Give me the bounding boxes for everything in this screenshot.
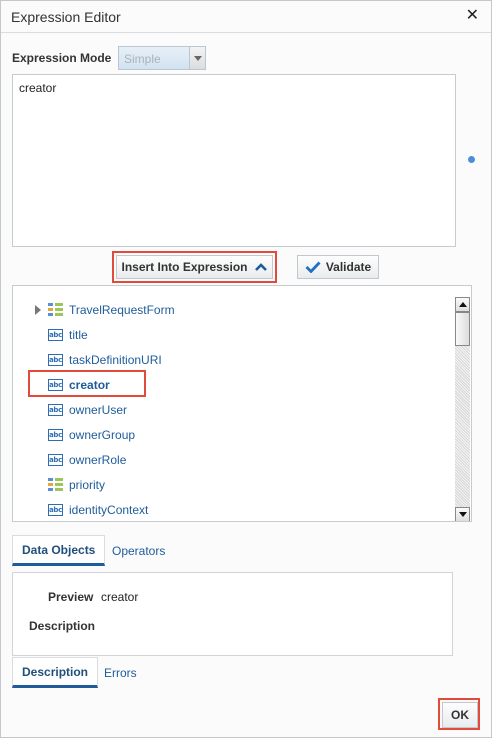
expand-arrow-icon[interactable] [35, 305, 41, 315]
tree-scrollbar[interactable] [455, 297, 470, 521]
dialog-title: Expression Editor [11, 9, 121, 25]
tree-item-label: ownerGroup [69, 428, 136, 442]
preview-panel: Preview creator Description [12, 572, 453, 656]
chevron-down-icon[interactable] [189, 47, 205, 69]
insert-button-label: Insert Into Expression [121, 260, 248, 274]
data-objects-tree: TravelRequestForm abc title abc taskDefi… [12, 285, 472, 522]
abc-icon: abc [48, 454, 63, 466]
expression-input[interactable] [12, 74, 456, 247]
scrollbar-thumb[interactable] [455, 312, 470, 346]
tree-item-ownergroup[interactable]: abc ownerGroup [13, 425, 135, 445]
tree-item-label: taskDefinitionURI [69, 353, 162, 367]
tree-item-priority[interactable]: priority [13, 475, 105, 495]
expression-mode-label: Expression Mode [12, 51, 112, 65]
dialog-titlebar: Expression Editor ✕ [1, 1, 491, 33]
tab-data-objects[interactable]: Data Objects [12, 535, 106, 566]
chevron-up-icon [254, 263, 267, 271]
object-icon [48, 303, 63, 317]
abc-icon: abc [48, 404, 63, 416]
tree-item-label: ownerUser [69, 403, 128, 417]
tree-item-ownerrole[interactable]: abc ownerRole [13, 450, 126, 470]
bottom-tab-bar: Description Errors [12, 657, 472, 689]
tree-item-label: priority [69, 478, 106, 492]
abc-icon: abc [48, 354, 63, 366]
close-icon[interactable]: ✕ [466, 8, 479, 24]
checkmark-icon [305, 261, 321, 273]
preview-value: creator [101, 590, 139, 604]
validate-button[interactable]: Validate [297, 255, 379, 279]
ok-button[interactable]: OK [442, 702, 478, 728]
top-tab-bar: Data Objects Operators [12, 535, 472, 567]
abc-icon: abc [48, 504, 63, 516]
preview-label: Preview [48, 590, 94, 604]
insert-into-expression-button[interactable]: Insert Into Expression [116, 255, 273, 279]
tab-errors[interactable]: Errors [95, 657, 146, 688]
expression-mode-value: Simple [124, 52, 161, 66]
scroll-up-icon[interactable] [455, 297, 470, 312]
tree-item-label: identityContext [69, 503, 149, 517]
tree-item-identitycontext[interactable]: abc identityContext [13, 500, 148, 520]
status-dot-icon [468, 156, 475, 163]
tree-item-label: ownerRole [69, 453, 127, 467]
tree-item-label: title [69, 328, 88, 342]
scroll-down-icon[interactable] [455, 507, 470, 521]
tab-description[interactable]: Description [12, 657, 99, 688]
abc-icon: abc [48, 429, 63, 441]
tab-operators[interactable]: Operators [103, 535, 174, 566]
expression-mode-select[interactable]: Simple [118, 46, 206, 70]
abc-icon: abc [48, 329, 63, 341]
tree-item-label: TravelRequestForm [69, 303, 175, 317]
expression-editor-dialog: Expression Editor ✕ Expression Mode Simp… [0, 0, 492, 738]
tree-item-travelrequestform[interactable]: TravelRequestForm [13, 300, 175, 320]
validate-button-label: Validate [325, 260, 372, 274]
tree-item-taskdefinitionuri[interactable]: abc taskDefinitionURI [13, 350, 162, 370]
tree-item-title[interactable]: abc title [13, 325, 88, 345]
description-label: Description [29, 619, 96, 633]
tree-item-owneruser[interactable]: abc ownerUser [13, 400, 127, 420]
object-icon [48, 478, 63, 492]
highlight-creator [28, 370, 146, 397]
